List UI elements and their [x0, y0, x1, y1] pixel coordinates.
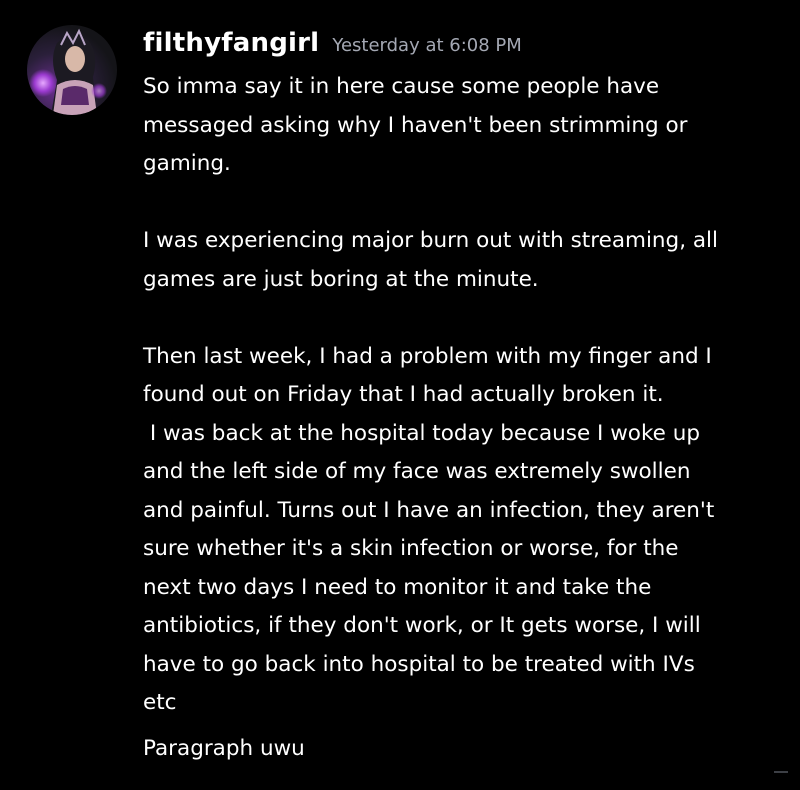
message-line: gaming. — [143, 151, 231, 176]
message-line: found out on Friday that I had actually … — [143, 382, 664, 407]
message-line: I was experiencing major burn out with s… — [143, 228, 718, 253]
message-timestamp[interactable]: Yesterday at 6:08 PM — [332, 35, 521, 56]
message-line: games are just boring at the minute. — [143, 266, 539, 292]
message-line: So imma say it in here cause some people… — [143, 74, 660, 99]
message-line: sure whether it's a skin infection or wo… — [143, 536, 679, 561]
message-line: messaged asking why I haven't been strim… — [143, 112, 688, 138]
message-line: etc — [143, 690, 177, 715]
message-header: filthyfangirl Yesterday at 6:08 PM — [143, 28, 522, 58]
message-line-blank — [143, 299, 783, 338]
message-line: antibiotics, if they don't work, or It g… — [143, 613, 701, 638]
message-line: I was back at the hospital today because… — [143, 420, 700, 446]
user-avatar-icon[interactable] — [27, 25, 117, 115]
message-line: and painful. Turns out I have an infecti… — [143, 497, 715, 523]
message-line: Then last week, I had a problem with my … — [143, 343, 712, 369]
message-line: and the left side of my face was extreme… — [143, 459, 691, 484]
message-line: have to go back into hospital to be trea… — [143, 651, 695, 677]
message-line-blank — [143, 184, 783, 223]
author-name[interactable]: filthyfangirl — [143, 28, 319, 58]
chat-view: filthyfangirl Yesterday at 6:08 PM So im… — [0, 0, 800, 790]
divider — [774, 771, 788, 773]
message-line: next two days I need to monitor it and t… — [143, 574, 652, 600]
followup-message: Paragraph uwu — [143, 736, 305, 761]
message-body: So imma say it in here cause some people… — [143, 68, 783, 723]
